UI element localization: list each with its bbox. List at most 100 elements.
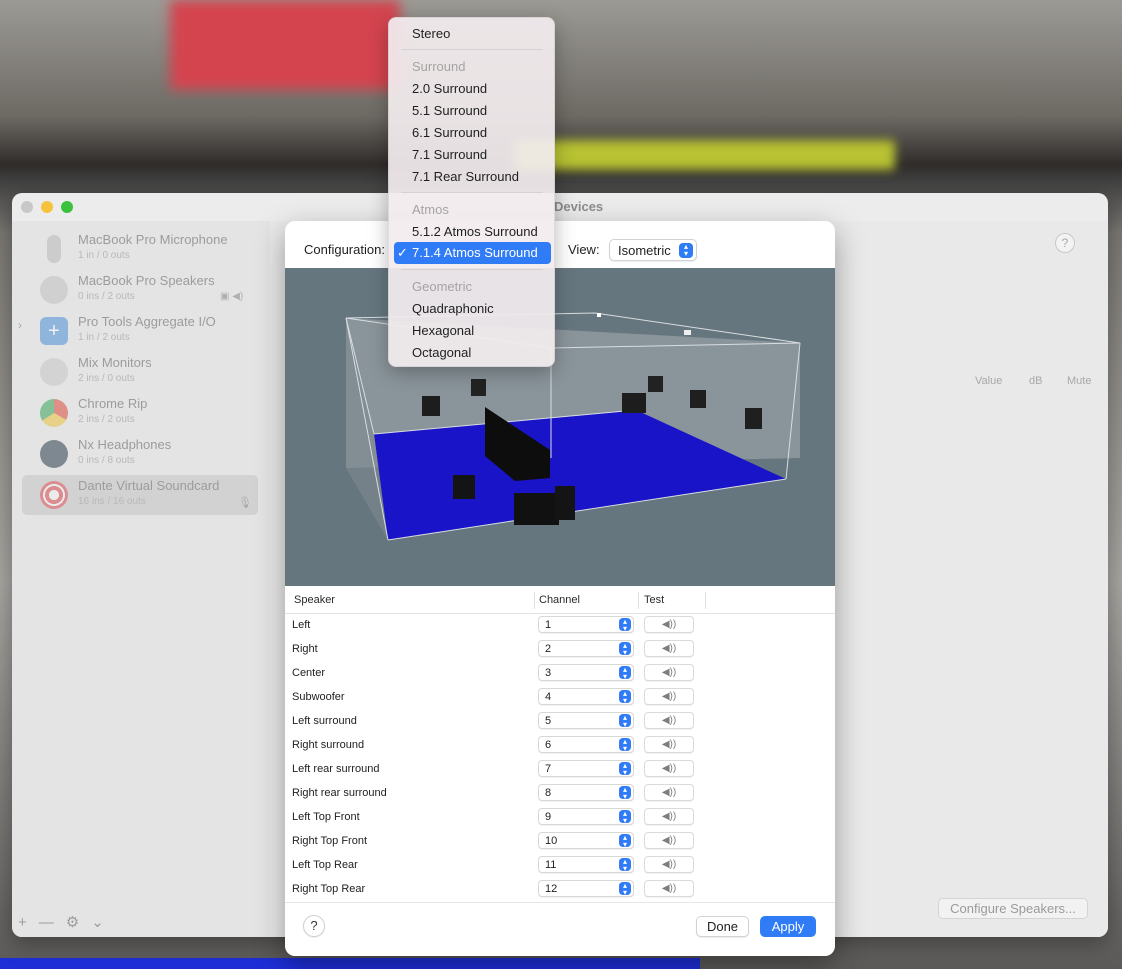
channel-select[interactable]: 4 ▴ ▾ <box>538 688 634 705</box>
view-select-value: Isometric <box>618 243 671 258</box>
menu-item-quadraphonic[interactable]: Quadraphonic <box>412 301 494 316</box>
device-name: Mix Monitors <box>78 355 152 370</box>
apply-button[interactable]: Apply <box>760 916 816 937</box>
sidebar-item-nx-headphones[interactable]: Nx Headphones 0 ins / 8 outs <box>22 434 258 474</box>
test-speaker-button[interactable]: ◀)) <box>644 784 694 801</box>
speaker-name: Right surround <box>292 739 365 751</box>
device-name: Dante Virtual Soundcard <box>78 478 220 493</box>
chevron-down-icon[interactable]: ⌄ <box>91 914 116 931</box>
column-divider <box>705 592 706 609</box>
sidebar-item-mix-monitors[interactable]: Mix Monitors 2 ins / 0 outs <box>22 352 258 392</box>
zoom-window-button[interactable] <box>61 201 73 213</box>
sidebar-item-pro-tools-aggregate[interactable]: › + Pro Tools Aggregate I/O 1 in / 2 out… <box>18 311 258 351</box>
test-speaker-button[interactable]: ◀)) <box>644 856 694 873</box>
menu-item-7-1-4-atmos[interactable]: ✓ 7.1.4 Atmos Surround <box>394 242 551 264</box>
channel-select[interactable]: 10 ▴ ▾ <box>538 832 634 849</box>
channel-value: 3 <box>545 667 552 679</box>
test-speaker-button[interactable]: ◀)) <box>644 616 694 633</box>
test-speaker-button[interactable]: ◀)) <box>644 712 694 729</box>
menu-item-octagonal[interactable]: Octagonal <box>412 345 471 360</box>
default-output-icon: ▣ ◀) <box>220 291 244 302</box>
test-speaker-button[interactable]: ◀)) <box>644 880 694 897</box>
test-speaker-button[interactable]: ◀)) <box>644 640 694 657</box>
device-name: MacBook Pro Microphone <box>78 232 228 247</box>
speaker-name: Center <box>292 667 326 679</box>
channel-value: 4 <box>545 691 552 703</box>
channel-select[interactable]: 11 ▴ ▾ <box>538 856 634 873</box>
menu-item-2-0-surround[interactable]: 2.0 Surround <box>412 81 487 96</box>
channel-select[interactable]: 9 ▴ ▾ <box>538 808 634 825</box>
speaker-table-header: Speaker Channel Test <box>285 586 835 614</box>
close-window-button[interactable] <box>21 201 33 213</box>
speaker-left <box>422 396 440 416</box>
done-button[interactable]: Done <box>696 916 749 937</box>
channel-select[interactable]: 1 ▴ ▾ <box>538 616 634 633</box>
device-io-count: 0 ins / 8 outs <box>78 455 135 466</box>
channel-select[interactable]: 3 ▴ ▾ <box>538 664 634 681</box>
sidebar-item-macbook-speakers[interactable]: MacBook Pro Speakers 0 ins / 2 outs ▣ ◀) <box>22 270 258 310</box>
menu-separator <box>401 49 543 50</box>
updown-chevron-icon: ▴ ▾ <box>619 690 631 705</box>
column-header-speaker: Speaker <box>294 594 335 606</box>
menu-item-hexagonal[interactable]: Hexagonal <box>412 323 474 338</box>
room-scene <box>345 312 801 541</box>
menu-item-7-1-rear-surround[interactable]: 7.1 Rear Surround <box>412 169 519 184</box>
channel-value: 7 <box>545 763 552 775</box>
table-row: Right Top Front 10 ▴ ▾ ◀)) <box>285 829 835 853</box>
test-speaker-button[interactable]: ◀)) <box>644 736 694 753</box>
channel-select[interactable]: 2 ▴ ▾ <box>538 640 634 657</box>
help-button[interactable]: ? <box>303 915 325 937</box>
test-speaker-button[interactable]: ◀)) <box>644 688 694 705</box>
help-button[interactable]: ? <box>1055 233 1075 253</box>
updown-chevron-icon: ▴ ▾ <box>619 618 631 633</box>
menu-item-7-1-surround[interactable]: 7.1 Surround <box>412 147 487 162</box>
test-speaker-button[interactable]: ◀)) <box>644 760 694 777</box>
device-io-count: 0 ins / 2 outs <box>78 291 135 302</box>
speaker-top-front-right <box>684 330 691 335</box>
test-speaker-button[interactable]: ◀)) <box>644 832 694 849</box>
view-select[interactable]: Isometric ▴ ▾ <box>609 239 697 261</box>
speaker-name: Left rear surround <box>292 763 380 775</box>
sidebar-item-dante-virtual-soundcard[interactable]: Dante Virtual Soundcard 16 ins / 16 outs… <box>22 475 258 515</box>
chrome-icon <box>40 399 68 427</box>
test-speaker-button[interactable]: ◀)) <box>644 808 694 825</box>
speaker-name: Left Top Rear <box>292 859 358 871</box>
device-io-count: 1 in / 0 outs <box>78 250 130 261</box>
speaker-icon <box>40 276 68 304</box>
configure-speakers-button[interactable]: Configure Speakers... <box>938 898 1088 919</box>
menu-item-6-1-surround[interactable]: 6.1 Surround <box>412 125 487 140</box>
column-header-value: Value <box>975 375 1003 387</box>
remove-device-button[interactable]: — <box>39 914 66 931</box>
menu-item-stereo[interactable]: Stereo <box>412 26 450 41</box>
add-device-button[interactable]: + <box>18 914 39 931</box>
channel-value: 2 <box>545 643 552 655</box>
channel-select[interactable]: 12 ▴ ▾ <box>538 880 634 897</box>
aggregate-device-icon: + <box>40 317 68 345</box>
table-row: Right rear surround 8 ▴ ▾ ◀)) <box>285 781 835 805</box>
channel-value: 10 <box>545 835 558 847</box>
channel-select[interactable]: 5 ▴ ▾ <box>538 712 634 729</box>
updown-chevron-icon: ▴ ▾ <box>619 858 631 873</box>
minimize-window-button[interactable] <box>41 201 53 213</box>
sidebar-toolbar: +—⚙⌄ <box>18 913 116 931</box>
channel-select[interactable]: 7 ▴ ▾ <box>538 760 634 777</box>
channel-value: 12 <box>545 883 558 895</box>
updown-chevron-icon: ▴ ▾ <box>619 810 631 825</box>
gear-icon[interactable]: ⚙ <box>66 914 91 931</box>
configuration-label: Configuration: <box>304 242 385 257</box>
disclosure-chevron-icon[interactable]: › <box>18 318 22 332</box>
test-speaker-button[interactable]: ◀)) <box>644 664 694 681</box>
menu-item-5-1-2-atmos[interactable]: 5.1.2 Atmos Surround <box>412 224 538 239</box>
sidebar-item-macbook-microphone[interactable]: MacBook Pro Microphone 1 in / 0 outs <box>22 229 258 269</box>
speaker-right <box>648 376 663 392</box>
menu-item-5-1-surround[interactable]: 5.1 Surround <box>412 103 487 118</box>
speaker-3d-viewport[interactable] <box>285 268 835 586</box>
column-header-test: Test <box>644 594 665 606</box>
menu-section-atmos: Atmos <box>412 202 449 217</box>
channel-select[interactable]: 6 ▴ ▾ <box>538 736 634 753</box>
sidebar-item-chrome-rip[interactable]: Chrome Rip 2 ins / 2 outs <box>22 393 258 433</box>
channel-select[interactable]: 8 ▴ ▾ <box>538 784 634 801</box>
updown-chevron-icon: ▴ ▾ <box>619 762 631 777</box>
channel-value: 6 <box>545 739 552 751</box>
table-row: Subwoofer 4 ▴ ▾ ◀)) <box>285 685 835 709</box>
